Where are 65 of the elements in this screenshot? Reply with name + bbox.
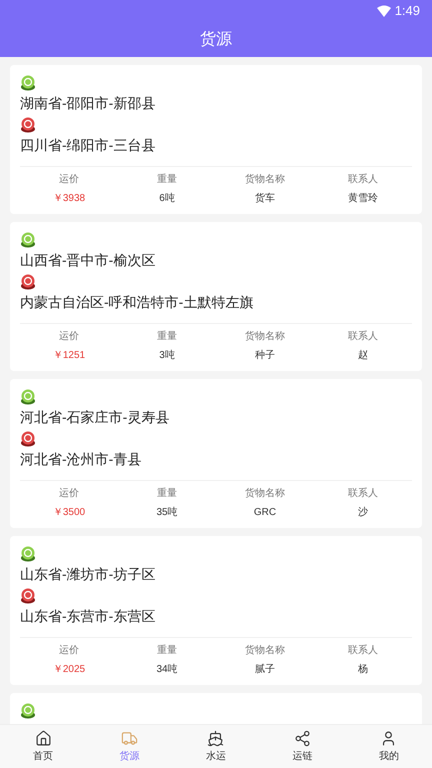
wifi-icon [376, 5, 391, 17]
destination-address: 内蒙古自治区-呼和浩特市-土默特左旗 [20, 293, 254, 312]
field-label: 重量 [157, 644, 177, 658]
field-value: ￥3500 [52, 506, 86, 520]
field-value: ￥1251 [52, 349, 86, 363]
origin-address: 湖南省-邵阳市-新邵县 [20, 94, 156, 113]
field-label: 运价 [59, 486, 79, 501]
field-label: 运价 [59, 644, 79, 658]
origin-address: 山东省-潍坊市-坊子区 [20, 565, 156, 584]
destination-address: 四川省-绵阳市-三台县 [20, 136, 156, 155]
field-value: 35吨 [156, 506, 178, 520]
field-value: 6吨 [159, 192, 175, 206]
field-label: 联系人 [348, 172, 378, 187]
field-value: 黄雪玲 [348, 192, 378, 206]
truck-icon [121, 730, 138, 746]
field-value: ￥2025 [52, 663, 86, 677]
field-label: 货物名称 [245, 173, 285, 187]
status-time: 1:49 [394, 2, 420, 20]
nav-tab[interactable]: 运链 [259, 725, 346, 768]
ship-icon [207, 730, 224, 746]
field-value: ￥3938 [52, 192, 86, 206]
start-pin-icon [20, 546, 36, 562]
destination-address: 河北省-沧州市-青县 [20, 450, 142, 469]
field-label: 货物名称 [245, 487, 285, 501]
cargo-card[interactable]: 山东省-潍坊市-坊子区 山东省-东营市-东营区 运价 ￥2025 重量 34吨 货物名称 腻子 联系人 杨 [10, 536, 422, 685]
field-label: 重量 [157, 486, 177, 501]
nav-tab[interactable]: 我的 [346, 725, 432, 768]
home-icon [34, 730, 52, 746]
start-pin-icon [20, 75, 36, 91]
start-pin-icon [20, 703, 36, 719]
field-value: 杨 [358, 662, 368, 677]
field-value: 腻子 [255, 662, 275, 677]
field-label: 联系人 [348, 486, 378, 501]
end-pin-icon [20, 588, 36, 604]
field-value: 3吨 [159, 348, 175, 363]
start-pin-icon [20, 232, 36, 248]
page-title: 货源 [200, 30, 232, 50]
field-label: 重量 [157, 172, 177, 187]
field-value: 沙 [358, 506, 368, 520]
cargo-card[interactable]: 山西省-晋中市-榆次区 内蒙古自治区-呼和浩特市-土默特左旗 运价 ￥1251 重量 3吨 货物名称 种子 联系人 赵 [10, 222, 422, 371]
field-value: 种子 [255, 348, 275, 363]
origin-address: 山西省-晋中市-榆次区 [20, 251, 156, 270]
field-value: 赵 [358, 348, 368, 363]
end-pin-icon [20, 431, 36, 447]
field-label: 联系人 [348, 644, 378, 658]
nav-tab[interactable]: 货源 [86, 725, 173, 768]
field-label: 运价 [59, 172, 79, 187]
destination-address: 山东省-东营市-东营区 [20, 607, 156, 626]
nav-tab[interactable]: 首页 [0, 725, 86, 768]
origin-address: 河北省-石家庄市-灵寿县 [20, 408, 170, 427]
field-label: 重量 [157, 330, 177, 344]
field-value: 34吨 [156, 662, 178, 677]
cargo-card[interactable]: 湖南省-邵阳市-新邵县 四川省-绵阳市-三台县 运价 ￥3938 重量 6吨 货物名称 货车 联系人 黄雪玲 [10, 65, 422, 214]
field-value: 货车 [255, 192, 275, 206]
end-pin-icon [20, 117, 36, 133]
cargo-card[interactable]: 河北省-石家庄市-灵寿县 河北省-沧州市-青县 运价 ￥3500 重量 35吨 货物名称 GRC 联系人 沙 [10, 379, 422, 528]
nav-tab[interactable]: 水运 [172, 725, 260, 768]
field-label: 联系人 [348, 330, 378, 344]
field-label: 货物名称 [245, 644, 285, 658]
field-label: 运价 [59, 330, 79, 344]
start-pin-icon [20, 389, 36, 405]
field-label: 货物名称 [245, 330, 285, 344]
share-icon [294, 730, 311, 746]
end-pin-icon [20, 274, 36, 290]
field-value: GRC [254, 506, 276, 520]
